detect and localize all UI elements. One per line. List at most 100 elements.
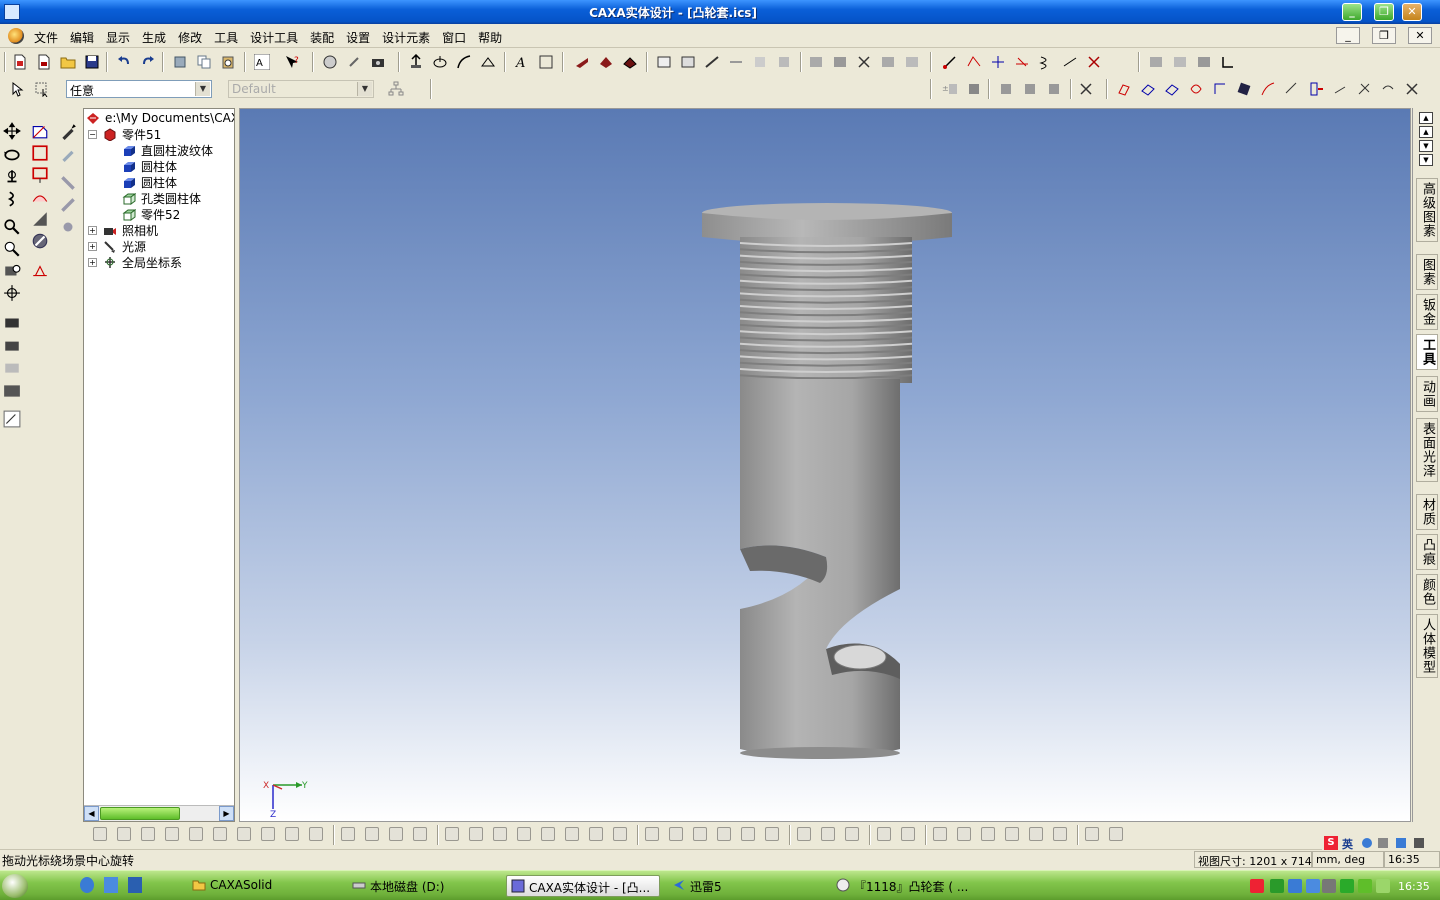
split-2d-icon[interactable] (1053, 827, 1067, 841)
paint-icon[interactable] (59, 144, 77, 162)
text-icon[interactable]: A (514, 54, 530, 70)
fillet-icon[interactable] (574, 54, 590, 70)
surface-icon[interactable] (31, 188, 49, 206)
find-icon[interactable]: A (254, 54, 270, 70)
box-select-icon[interactable] (34, 81, 50, 97)
scroll-left-icon[interactable]: ◀ (84, 806, 99, 821)
expand-icon[interactable]: + (88, 225, 97, 235)
sheet-metal-unfold-icon[interactable] (1236, 81, 1252, 97)
sheet-metal-louver-icon[interactable] (1308, 81, 1324, 97)
antivirus-tray-icon[interactable] (1322, 879, 1336, 893)
move-2d-icon[interactable] (933, 827, 947, 841)
sheet-metal-relief-icon[interactable] (1332, 81, 1348, 97)
ime-skin-icon[interactable] (1396, 838, 1406, 848)
pattern-icon[interactable] (752, 54, 768, 70)
tab-first-icon[interactable]: ▲ (1419, 112, 1433, 124)
polyline-icon[interactable] (389, 827, 403, 841)
document-menu-icon[interactable] (8, 28, 24, 44)
menu-edit[interactable]: 编辑 (64, 24, 100, 48)
arc-icon[interactable] (365, 827, 379, 841)
circle-icon[interactable] (493, 827, 507, 841)
expand-icon[interactable]: + (88, 241, 97, 251)
tree-horizontal-scrollbar[interactable]: ◀ ▶ (84, 805, 234, 821)
mirror-icon[interactable] (776, 54, 792, 70)
tree-item[interactable]: 孔类圆柱体 (122, 190, 201, 206)
tree-item[interactable]: 圆柱体 (122, 174, 177, 190)
tab-human-model[interactable]: 人体模型 (1416, 614, 1438, 678)
pan-icon[interactable] (3, 122, 21, 140)
taskbar-item-thunder[interactable]: 迅雷5 (668, 875, 822, 897)
concentric-icon[interactable] (237, 827, 251, 841)
scroll-thumb[interactable] (100, 807, 180, 820)
circle-fit-icon[interactable] (445, 827, 459, 841)
offset-icon[interactable] (797, 827, 811, 841)
explorer-quicklaunch-icon[interactable] (104, 877, 118, 893)
zoom-fit-icon[interactable] (3, 262, 21, 280)
sketch-icon[interactable] (3, 410, 21, 428)
curve-intersect-icon[interactable] (1014, 54, 1030, 70)
ellipse-icon[interactable] (541, 827, 555, 841)
arc-ccw-icon[interactable] (645, 827, 659, 841)
tree-item[interactable]: 直圆柱波纹体 (122, 142, 213, 158)
menu-file[interactable]: 文件 (28, 24, 64, 48)
select-pointer-icon[interactable] (10, 81, 26, 97)
split-icon[interactable] (728, 54, 744, 70)
paste-icon[interactable] (220, 54, 236, 70)
walk-icon[interactable] (3, 190, 21, 208)
update-tray-icon[interactable] (1340, 879, 1354, 893)
polygon-icon[interactable] (565, 827, 579, 841)
parallel-icon[interactable] (141, 827, 155, 841)
zoom-icon[interactable] (3, 218, 21, 236)
tab-surface-finish[interactable]: 表面光泽 (1416, 418, 1438, 482)
loft-icon[interactable] (480, 54, 496, 70)
assembly-constraint-icon[interactable] (1046, 81, 1062, 97)
tab-color[interactable]: 颜色 (1416, 574, 1438, 610)
rotate-2d-icon[interactable] (957, 827, 971, 841)
minimize-button[interactable]: _ (1342, 3, 1362, 21)
sheet-metal-hem-icon[interactable] (1188, 81, 1204, 97)
tree-camera[interactable]: + 照相机 (88, 222, 158, 238)
intersect-2d-icon[interactable] (1029, 827, 1043, 841)
cut-icon[interactable] (172, 54, 188, 70)
help-pointer-icon[interactable]: ? (284, 54, 300, 70)
smart-dimension-icon[interactable] (538, 54, 554, 70)
media-quicklaunch-icon[interactable] (128, 877, 142, 893)
line-icon[interactable] (341, 827, 355, 841)
ime-punct-icon[interactable] (1362, 838, 1372, 848)
trim-icon[interactable] (821, 827, 835, 841)
assembly-align-icon[interactable] (998, 81, 1014, 97)
3d-viewport[interactable]: X Y Z (239, 108, 1411, 822)
menu-design-elements[interactable]: 设计元素 (376, 24, 436, 48)
camera-disabled-icon[interactable] (3, 358, 21, 376)
smudge-icon[interactable] (59, 218, 77, 236)
profile-icon[interactable] (31, 166, 49, 184)
tree-root[interactable]: e:\My Documents\CAXASo (86, 110, 234, 126)
sogou-tray-icon[interactable] (1250, 879, 1264, 893)
sheet-metal-flange-icon[interactable] (1140, 81, 1156, 97)
spline-icon[interactable] (717, 827, 731, 841)
trim-curve-icon[interactable] (1062, 54, 1078, 70)
tab-last-icon[interactable]: ▼ (1419, 154, 1433, 166)
volume-tray-icon[interactable] (1376, 879, 1390, 893)
doc-close-button[interactable]: ✕ (1408, 27, 1432, 44)
camera-move-icon[interactable] (3, 336, 21, 354)
sheet-metal-stamp-icon[interactable] (1284, 81, 1300, 97)
shell-icon[interactable] (622, 54, 638, 70)
eyedropper-icon[interactable] (59, 122, 77, 140)
tab-sheet-metal[interactable]: 钣金 (1416, 294, 1438, 330)
redo-icon[interactable] (140, 54, 156, 70)
rectangle-icon[interactable] (31, 144, 49, 162)
delete-2d-icon[interactable] (1005, 827, 1019, 841)
new-drawing-icon[interactable] (36, 54, 52, 70)
circle-3pt-icon[interactable] (517, 827, 531, 841)
doc-minimize-button[interactable]: _ (1336, 27, 1360, 44)
tree-light[interactable]: + 光源 (88, 238, 146, 254)
point-icon[interactable] (413, 827, 427, 841)
tray-app-icon[interactable] (1270, 879, 1284, 893)
camera-target-icon[interactable] (3, 314, 21, 332)
undo-icon[interactable] (116, 54, 132, 70)
tab-advanced-primitives[interactable]: 高级图素 (1416, 178, 1438, 242)
tree-part[interactable]: − 零件51 (88, 126, 161, 142)
ie-quicklaunch-icon[interactable] (80, 877, 94, 893)
sheet-metal-refold-icon[interactable] (1260, 81, 1276, 97)
